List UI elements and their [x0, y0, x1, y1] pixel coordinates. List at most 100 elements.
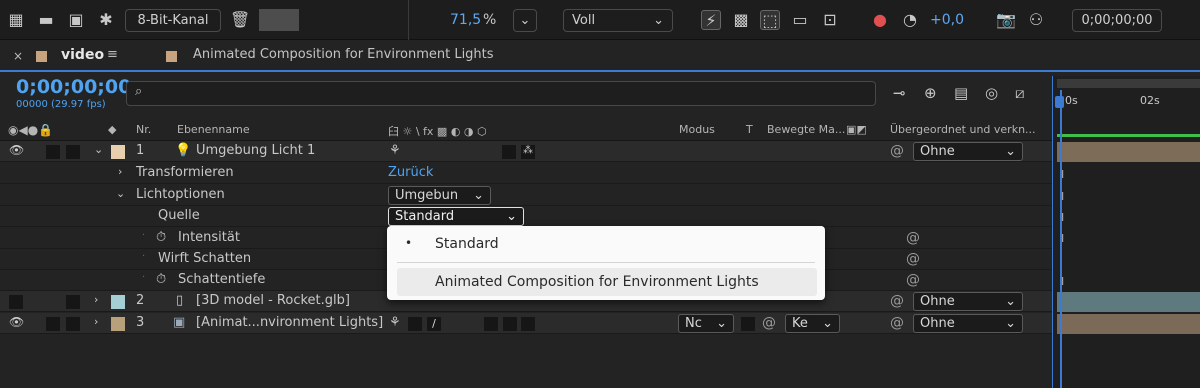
label-tag-icon[interactable]: ◆ — [108, 123, 116, 136]
switch-box[interactable] — [503, 317, 517, 331]
folder-icon[interactable]: ▬ — [36, 10, 56, 30]
layer-duration-bar[interactable] — [1057, 314, 1200, 334]
chevron-right-icon[interactable]: › — [118, 165, 122, 178]
audio-switch[interactable] — [46, 317, 60, 331]
chevron-right-icon[interactable]: › — [94, 293, 98, 306]
composition-flowchart-icon[interactable]: ⊸ — [893, 84, 906, 102]
color-swatch[interactable] — [259, 9, 299, 31]
close-icon[interactable]: × — [13, 49, 23, 63]
transparency-grid-icon[interactable]: ▩ — [731, 10, 751, 30]
solo-switch[interactable] — [66, 145, 80, 159]
source-dropdown[interactable]: Standard ⌄ — [388, 207, 524, 226]
settings-icon[interactable]: ✱ — [96, 10, 116, 30]
zoom-dropdown-chevron-icon[interactable]: ⌄ — [513, 9, 537, 32]
matte-pick-whip-icon[interactable]: @ — [762, 315, 776, 331]
solo-switch[interactable] — [66, 295, 80, 309]
switch-box[interactable] — [502, 145, 516, 159]
layer-name[interactable]: [3D model - Rocket.glb] — [196, 293, 350, 308]
switch-box[interactable] — [521, 317, 535, 331]
3d-layer-icon[interactable]: ⁂ — [521, 145, 535, 159]
pick-whip-icon[interactable]: @ — [906, 230, 920, 246]
snapshot-camera-icon[interactable]: 📷 — [996, 10, 1016, 30]
current-time-indicator[interactable] — [1060, 90, 1062, 388]
motion-blur-icon[interactable]: ◎ — [985, 84, 998, 102]
shy-icon[interactable]: ⚘ — [389, 315, 401, 330]
column-layer-name[interactable]: Ebenenname — [177, 123, 250, 136]
trash-icon[interactable]: 🗑 — [230, 10, 250, 30]
new-composition-icon[interactable]: ▣ — [66, 10, 86, 30]
menu-item-standard[interactable]: • Standard — [387, 230, 825, 258]
transform-label[interactable]: Transformieren — [136, 165, 234, 180]
search-input[interactable]: ⌕ — [126, 81, 876, 106]
solo-switch[interactable] — [66, 317, 80, 331]
reset-exposure-icon[interactable]: ◔ — [900, 10, 920, 30]
parent-dropdown[interactable]: Ohne ⌄ — [913, 142, 1023, 161]
layer-duration-bar[interactable] — [1057, 292, 1200, 312]
shy-icon[interactable]: ⚘ — [389, 143, 401, 158]
chevron-right-icon[interactable]: › — [94, 315, 98, 328]
tab-video[interactable]: video — [61, 47, 104, 63]
switch-box[interactable] — [484, 317, 498, 331]
tab-animated-composition[interactable]: Animated Composition for Environment Lig… — [193, 47, 494, 62]
layer-row[interactable]: 👁 ⌄ 1 💡 Umgebung Licht 1 ⚘ ⁂ @ Ohne ⌄ — [0, 141, 1052, 162]
switches-icons[interactable]: ⾅ ☼ \ fx ▩ ◐ ◑ ⬡ — [388, 123, 487, 139]
guides-icon[interactable]: ⊡ — [820, 10, 840, 30]
track-matte-dropdown[interactable]: Ke ⌄ — [785, 314, 840, 333]
column-parent[interactable]: Übergeordnet und verkn... — [890, 123, 1036, 136]
current-time-timecode[interactable]: 0;00;00;00 — [16, 76, 131, 98]
chevron-down-icon[interactable]: ⌄ — [94, 143, 103, 156]
layer-row[interactable]: 👁 › 3 ▣ [Animat...nvironment Lights] ⚘ /… — [0, 313, 1052, 334]
light-type-dropdown[interactable]: Umgebun ⌄ — [388, 186, 491, 205]
exposure-value[interactable]: +0,0 — [930, 12, 964, 28]
panel-menu-icon[interactable]: ≡ — [107, 47, 118, 62]
reset-link[interactable]: Zurück — [388, 165, 433, 180]
draft-3d-icon[interactable]: ⊕ — [924, 84, 937, 102]
quality-icon[interactable]: / — [427, 317, 441, 331]
stopwatch-icon[interactable]: ⏱ — [156, 272, 166, 287]
matte-switch-icons[interactable]: ▣◩ — [846, 123, 867, 136]
work-area-bar[interactable] — [1057, 79, 1200, 88]
column-number[interactable]: Nr. — [136, 123, 151, 136]
preserve-transparency-switch[interactable] — [741, 317, 755, 331]
av-features-icon[interactable]: ◉◀●🔒 — [8, 123, 53, 137]
stopwatch-icon[interactable]: ⏱ — [156, 230, 166, 245]
current-time-display[interactable]: 0;00;00;00 — [1072, 9, 1162, 32]
eye-icon[interactable]: 👁 — [9, 143, 24, 157]
switch-box[interactable] — [408, 317, 422, 331]
pick-whip-icon[interactable]: @ — [890, 315, 904, 331]
flowchart-icon[interactable]: ▦ — [6, 10, 26, 30]
pick-whip-icon[interactable]: @ — [890, 293, 904, 309]
chevron-down-icon[interactable]: ⌄ — [116, 187, 125, 200]
video-switch[interactable] — [9, 295, 23, 309]
layer-label-color[interactable] — [111, 145, 125, 159]
layer-duration-bar[interactable] — [1057, 142, 1200, 162]
light-options-label[interactable]: Lichtoptionen — [136, 187, 225, 202]
parent-dropdown[interactable]: Ohne ⌄ — [913, 314, 1023, 333]
layer-label-color[interactable] — [111, 317, 125, 331]
column-mode[interactable]: Modus — [679, 123, 715, 136]
mask-visibility-icon[interactable]: ⬚ — [760, 10, 780, 30]
show-snapshot-icon[interactable]: ⚇ — [1026, 10, 1046, 30]
timeline-area[interactable]: 0s 02s I I I I I — [1052, 76, 1200, 388]
fast-preview-icon[interactable]: ⚡ — [701, 10, 721, 30]
layer-name[interactable]: [Animat...nvironment Lights] — [196, 315, 383, 330]
pick-whip-icon[interactable]: @ — [890, 143, 904, 159]
blend-mode-dropdown[interactable]: Nc ⌄ — [678, 314, 734, 333]
audio-switch[interactable] — [46, 145, 60, 159]
pick-whip-icon[interactable]: @ — [906, 272, 920, 288]
region-of-interest-icon[interactable]: ▭ — [790, 10, 810, 30]
resolution-dropdown[interactable]: Voll ⌄ — [563, 9, 673, 32]
pick-whip-icon[interactable]: @ — [906, 251, 920, 267]
column-track-matte[interactable]: Bewegte Ma... — [767, 123, 845, 136]
frame-blending-icon[interactable]: ▤ — [954, 84, 968, 102]
color-depth-button[interactable]: 8-Bit-Kanal — [125, 9, 221, 32]
layer-name[interactable]: Umgebung Licht 1 — [196, 143, 315, 158]
column-track-matte-t[interactable]: T — [746, 123, 753, 136]
zoom-value[interactable]: 71,5 — [450, 12, 481, 28]
graph-editor-icon[interactable]: ⧄ — [1015, 84, 1025, 102]
eye-icon[interactable]: 👁 — [9, 315, 24, 329]
layer-label-color[interactable] — [111, 295, 125, 309]
rgb-channels-icon[interactable]: ● — [870, 10, 890, 30]
menu-item-animated-composition[interactable]: Animated Composition for Environment Lig… — [397, 268, 817, 296]
parent-dropdown[interactable]: Ohne ⌄ — [913, 292, 1023, 311]
